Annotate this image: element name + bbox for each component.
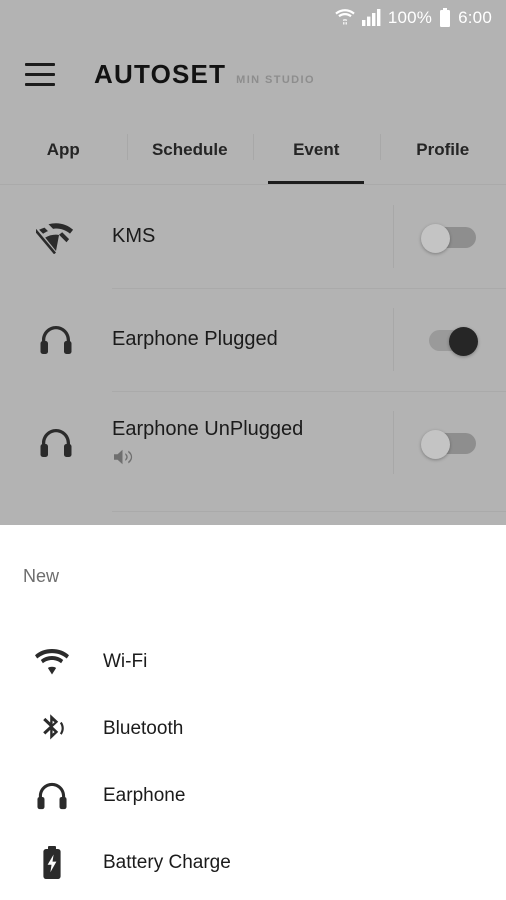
event-row-earphone-plugged[interactable]: Earphone Plugged [0,288,506,391]
new-event-type-list: Wi-Fi Bluetooth Earphone Battery Charge [0,628,506,896]
bottom-sheet-title: New [23,566,60,586]
app-scrim-backdrop[interactable]: 100% 6:00 AUTOSET MIN STUDIO App Schedul… [0,0,506,525]
sheet-item-label: Battery Charge [103,851,231,873]
toggle-thumb [420,429,450,459]
event-row-divider [393,308,394,371]
event-row-divider [393,205,394,268]
sheet-item-label: Earphone [103,784,186,806]
wifi-off-icon [0,220,112,254]
hamburger-line [25,82,55,86]
status-bar: 100% 6:00 [0,0,506,34]
event-label: KMS [112,225,156,247]
toggle-switch[interactable] [421,326,479,356]
sheet-item-label: Wi-Fi [103,650,148,672]
phone-screen: 100% 6:00 AUTOSET MIN STUDIO App Schedul… [0,0,506,900]
new-event-bottom-sheet: New Wi-Fi Bluetooth Earphone Battery Cha… [0,525,506,900]
event-body: Earphone UnPlugged [112,418,393,467]
app-bar: AUTOSET MIN STUDIO [0,34,506,114]
clock-label: 6:00 [458,7,492,27]
hamburger-line [25,72,55,76]
tab-label: Event [293,139,340,159]
app-subtitle: MIN STUDIO [236,73,315,86]
toggle-switch[interactable] [420,223,479,253]
tab-label: App [46,139,80,159]
tab-event[interactable]: Event [253,114,380,185]
cellular-signal-icon [361,8,381,26]
sheet-item-bluetooth[interactable]: Bluetooth [0,695,506,762]
event-label: Earphone Plugged [112,328,278,350]
event-row-kms[interactable]: KMS [0,185,506,288]
tab-label: Schedule [151,139,228,159]
hamburger-menu-icon[interactable] [12,46,68,102]
sheet-item-wifi[interactable]: Wi-Fi [0,628,506,695]
headphone-icon [0,781,103,811]
event-list: KMS Earphone Plugged Earphone UnPlugged [0,185,506,494]
event-list-bottom-divider [112,511,506,512]
volume-icon [112,447,393,467]
bluetooth-audio-icon [0,713,103,745]
event-body: KMS [112,225,393,248]
tab-app[interactable]: App [0,114,127,185]
tab-label: Profile [416,139,470,159]
battery-percent-label: 100% [387,7,433,27]
sheet-item-label: Bluetooth [103,717,184,739]
tab-profile[interactable]: Profile [379,114,506,185]
tab-bar: App Schedule Event Profile [0,114,506,185]
event-toggle-earphone-unplugged[interactable] [393,429,506,459]
event-label: Earphone UnPlugged [112,418,304,440]
battery-charging-icon [0,845,103,880]
app-title: AUTOSET [94,58,227,89]
battery-full-icon [439,7,451,27]
event-row-earphone-unplugged[interactable]: Earphone UnPlugged [0,391,506,494]
headphone-icon [0,427,112,459]
wifi-icon [0,648,103,675]
toggle-thumb [420,223,450,253]
tab-schedule[interactable]: Schedule [126,114,254,185]
toggle-switch[interactable] [420,429,479,459]
toggle-thumb [448,326,478,356]
event-toggle-kms[interactable] [393,223,506,253]
brand: AUTOSET MIN STUDIO [94,59,315,90]
headphone-icon [0,324,112,356]
wifi-data-icon [335,8,355,26]
hamburger-line [25,62,55,66]
sheet-item-earphone[interactable]: Earphone [0,762,506,829]
sheet-item-battery-charge[interactable]: Battery Charge [0,829,506,896]
event-body: Earphone Plugged [112,328,393,351]
event-toggle-earphone-plugged[interactable] [393,326,506,356]
event-row-divider [393,411,394,474]
